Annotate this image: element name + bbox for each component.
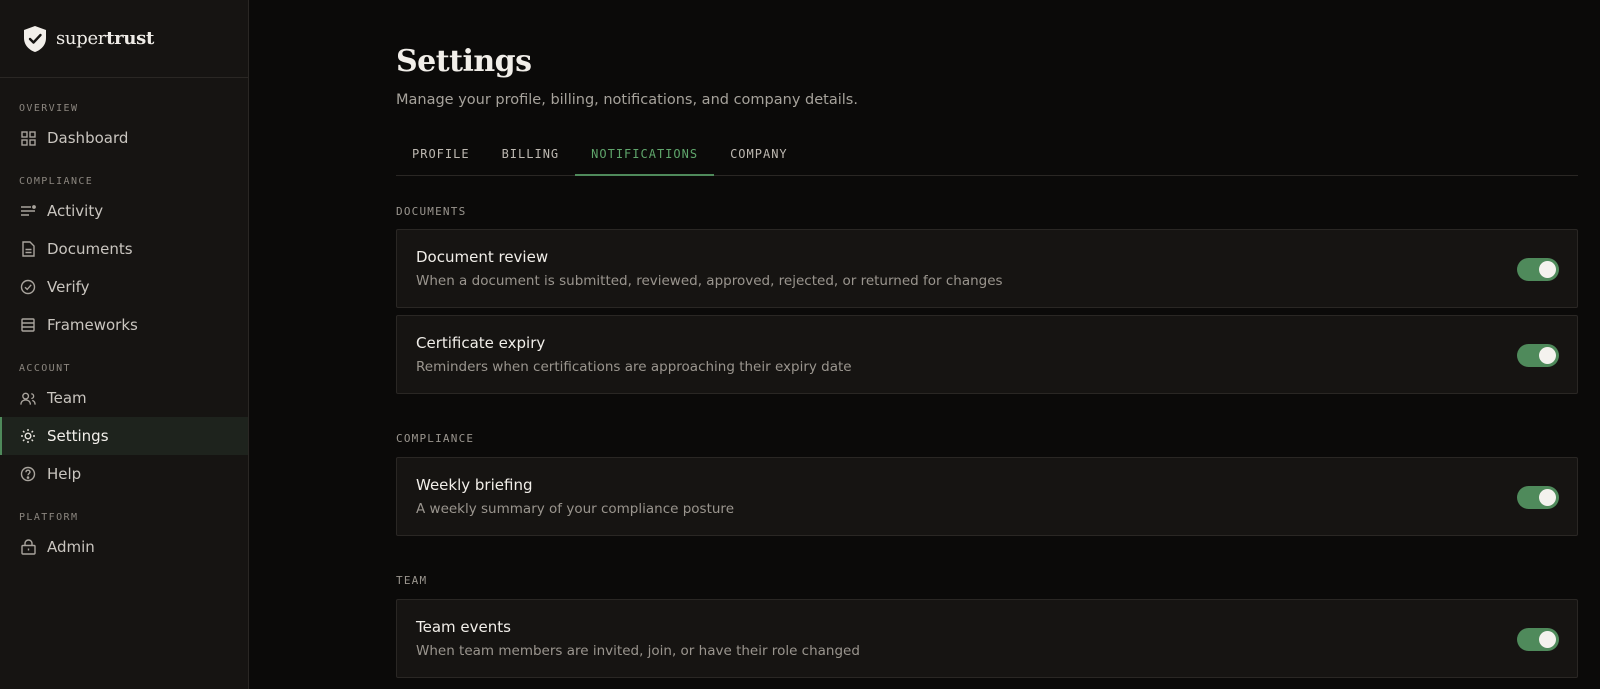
check-badge-icon [20, 279, 36, 295]
notification-description: Reminders when certifications are approa… [416, 359, 852, 375]
sidebar-item-documents[interactable]: Documents [0, 230, 248, 268]
notification-description: When a document is submitted, reviewed, … [416, 273, 1003, 289]
notification-row-weekly-briefing: Weekly briefing A weekly summary of your… [396, 457, 1578, 536]
sidebar-item-frameworks[interactable]: Frameworks [0, 306, 248, 344]
sidebar-item-label: Frameworks [47, 316, 138, 334]
grid-icon [20, 130, 36, 146]
sidebar-item-label: Activity [47, 202, 104, 220]
notification-description: A weekly summary of your compliance post… [416, 501, 734, 517]
toggle-knob [1539, 489, 1556, 506]
group-label-compliance: COMPLIANCE [396, 432, 475, 445]
weekly-briefing-toggle[interactable] [1517, 486, 1559, 509]
notification-row-certificate-expiry: Certificate expiry Reminders when certif… [396, 315, 1578, 394]
page-subtitle: Manage your profile, billing, notificati… [396, 92, 858, 108]
notification-description: When team members are invited, join, or … [416, 643, 860, 659]
sidebar-item-settings[interactable]: Settings [0, 417, 248, 455]
notification-title: Weekly briefing [416, 476, 533, 494]
sidebar-item-label: Admin [47, 538, 95, 556]
nav-section-overview: OVERVIEW [19, 103, 79, 114]
sidebar-item-label: Verify [47, 278, 90, 296]
nav-section-platform: PLATFORM [19, 512, 79, 523]
activity-list-icon [20, 203, 36, 219]
lock-icon [20, 539, 36, 555]
notification-row-team-events: Team events When team members are invite… [396, 599, 1578, 678]
sidebar-item-dashboard[interactable]: Dashboard [0, 119, 248, 157]
tab-billing[interactable]: BILLING [486, 141, 576, 175]
sidebar-item-label: Dashboard [47, 129, 129, 147]
notification-row-document-review: Document review When a document is submi… [396, 229, 1578, 308]
sidebar-item-activity[interactable]: Activity [0, 192, 248, 230]
gear-icon [20, 428, 36, 444]
stack-icon [20, 317, 36, 333]
group-label-documents: DOCUMENTS [396, 205, 467, 218]
sidebar-item-admin[interactable]: Admin [0, 528, 248, 566]
document-review-toggle[interactable] [1517, 258, 1559, 281]
team-events-toggle[interactable] [1517, 628, 1559, 651]
certificate-expiry-toggle[interactable] [1517, 344, 1559, 367]
toggle-knob [1539, 261, 1556, 278]
notification-title: Team events [416, 618, 511, 636]
settings-tabs: PROFILE BILLING NOTIFICATIONS COMPANY [396, 141, 1578, 176]
brand-logo[interactable]: supertrust [0, 0, 248, 78]
sidebar: supertrust OVERVIEW Dashboard COMPLIANCE… [0, 0, 249, 689]
toggle-knob [1539, 347, 1556, 364]
help-icon [20, 466, 36, 482]
sidebar-item-label: Settings [47, 427, 109, 445]
team-icon [20, 390, 36, 406]
sidebar-item-verify[interactable]: Verify [0, 268, 248, 306]
shield-check-icon [22, 25, 48, 53]
sidebar-item-label: Team [47, 389, 87, 407]
notification-title: Certificate expiry [416, 334, 546, 352]
nav-section-account: ACCOUNT [19, 363, 71, 374]
nav-section-compliance: COMPLIANCE [19, 176, 94, 187]
sidebar-item-label: Help [47, 465, 82, 483]
brand-wordmark: supertrust [56, 28, 154, 49]
sidebar-item-help[interactable]: Help [0, 455, 248, 493]
document-icon [20, 241, 36, 257]
sidebar-item-team[interactable]: Team [0, 379, 248, 417]
toggle-knob [1539, 631, 1556, 648]
page-title: Settings [396, 44, 532, 79]
tab-company[interactable]: COMPANY [714, 141, 804, 175]
group-label-team: TEAM [396, 574, 428, 587]
notification-title: Document review [416, 248, 549, 266]
tab-profile[interactable]: PROFILE [396, 141, 486, 175]
tab-notifications[interactable]: NOTIFICATIONS [575, 141, 715, 176]
sidebar-item-label: Documents [47, 240, 133, 258]
